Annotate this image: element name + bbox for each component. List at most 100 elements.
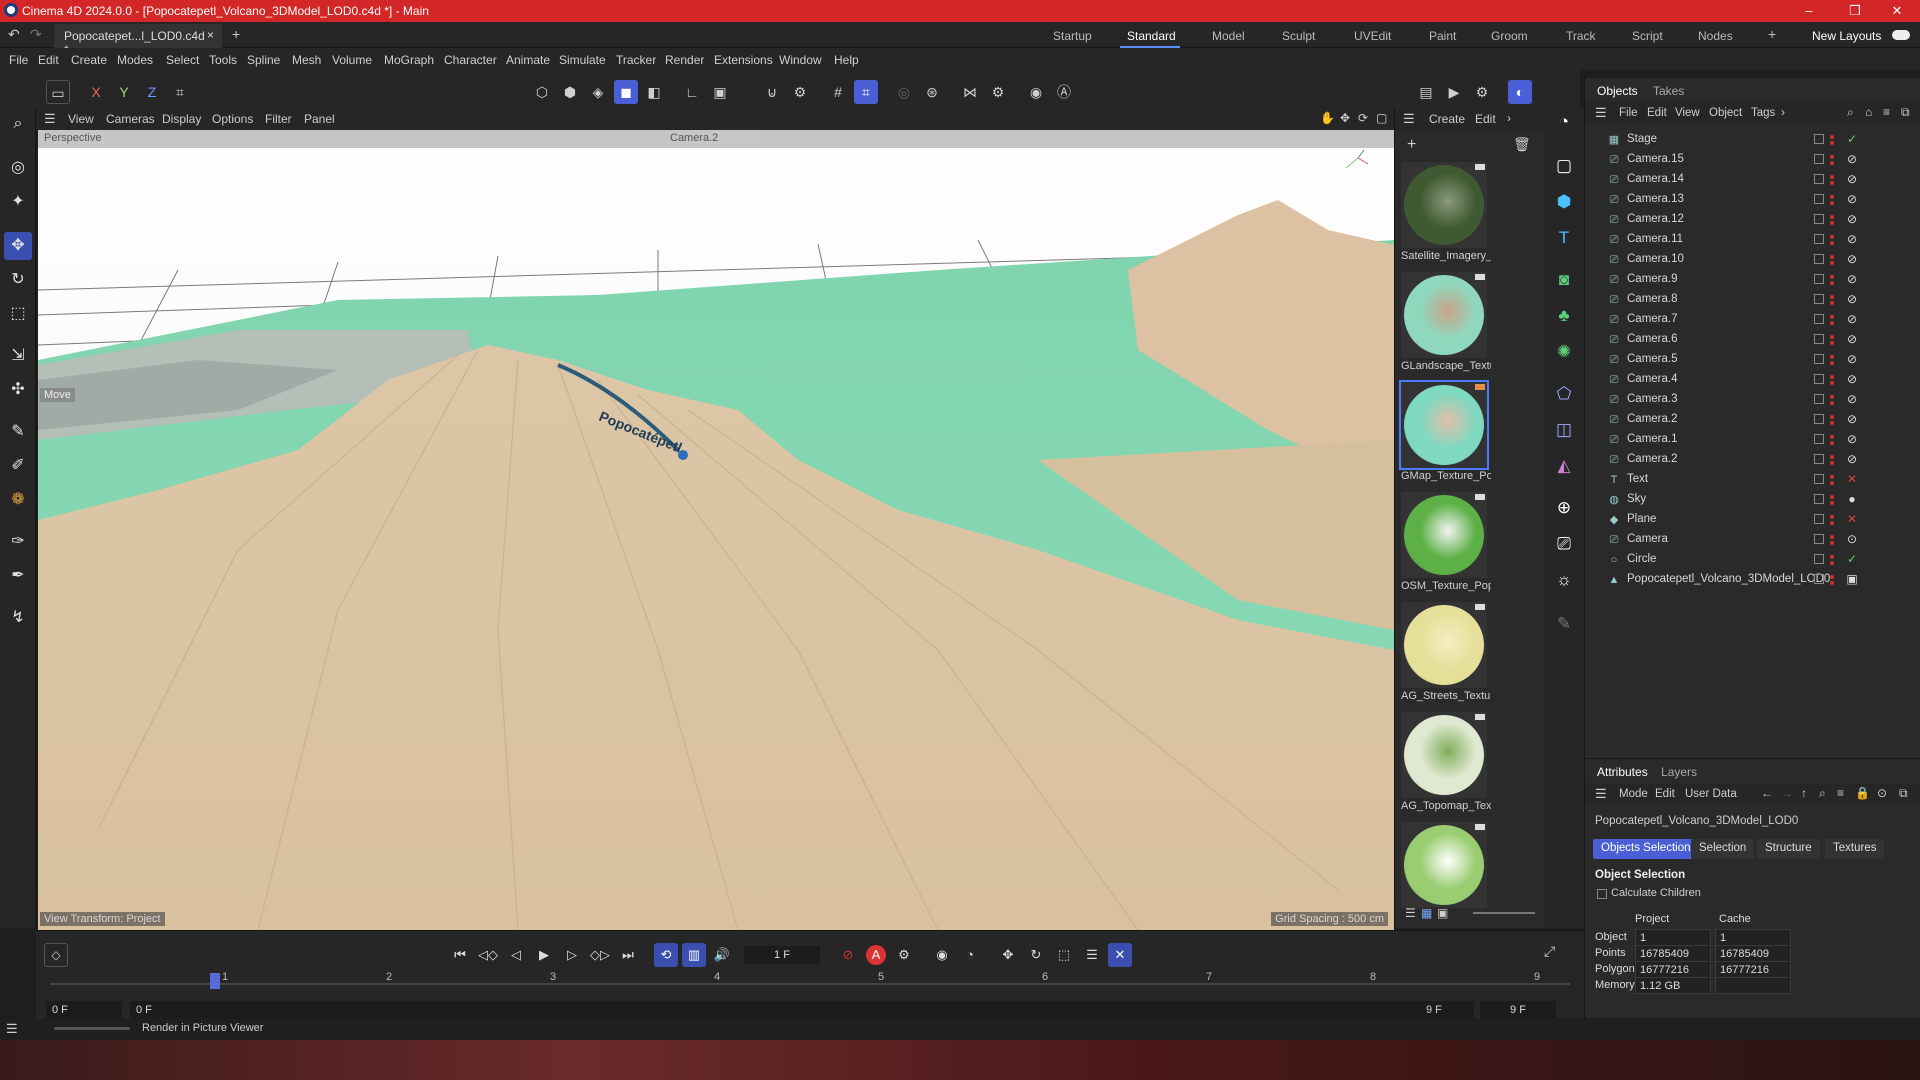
next-key-button[interactable]: ◇▷ — [588, 943, 612, 967]
object-name[interactable]: Camera.11 — [1627, 233, 1683, 245]
layer-checkbox[interactable] — [1814, 174, 1824, 184]
previous-key-button[interactable]: ◁◇ — [476, 943, 500, 967]
filter-icon[interactable]: ≡ — [1837, 786, 1844, 800]
tab-objects[interactable]: Objects — [1597, 84, 1638, 98]
visibility-dots[interactable] — [1830, 173, 1836, 187]
render-region-icon[interactable]: ▤ — [1414, 80, 1438, 104]
object-row[interactable]: ⎚ Camera.12 ⊘ — [1585, 210, 1920, 230]
redshift-icon[interactable]: ◐ — [1508, 80, 1532, 104]
playback-rate-icon[interactable]: ▥ — [682, 943, 706, 967]
object-row[interactable]: ⎚ Camera.3 ⊘ — [1585, 390, 1920, 410]
visibility-dots[interactable] — [1830, 453, 1836, 467]
object-row[interactable]: ⎚ Camera.4 ⊘ — [1585, 370, 1920, 390]
knife-icon[interactable]: ✒ — [4, 562, 32, 590]
object-row[interactable]: ⎚ Camera.6 ⊘ — [1585, 330, 1920, 350]
mirror-icon[interactable]: ⋈ — [958, 80, 982, 104]
settings-icon[interactable]: ⊙ — [1877, 786, 1887, 800]
object-tag-icon[interactable]: ⊘ — [1845, 192, 1859, 206]
layer-checkbox[interactable] — [1814, 234, 1824, 244]
visibility-dots[interactable] — [1830, 273, 1836, 287]
material-item[interactable]: GLandscape_Textu — [1401, 272, 1491, 372]
material-preview[interactable] — [1399, 380, 1489, 470]
current-frame-field[interactable]: 1 F — [744, 946, 820, 964]
visibility-dots[interactable] — [1830, 293, 1836, 307]
menu-character[interactable]: Character — [444, 53, 497, 67]
object-name[interactable]: Camera.14 — [1627, 173, 1684, 185]
menu-help[interactable]: Help — [834, 53, 859, 67]
transfer-icon[interactable]: ⇲ — [4, 342, 32, 370]
visibility-dots[interactable] — [1830, 513, 1836, 527]
solo-icon[interactable]: ▣ — [708, 80, 732, 104]
object-name[interactable]: Camera.8 — [1627, 293, 1678, 305]
object-name[interactable]: Stage — [1627, 133, 1657, 145]
menu-extensions[interactable]: Extensions — [714, 53, 773, 67]
new-window-icon[interactable]: ⧉ — [1901, 105, 1910, 120]
viewport-solo-icon[interactable]: ◉ — [1024, 80, 1048, 104]
viewport-menu-cameras[interactable]: Cameras — [106, 112, 155, 126]
tab-attributes[interactable]: Attributes — [1597, 765, 1648, 779]
object-tag-icon[interactable]: ⊘ — [1845, 432, 1859, 446]
rotate-tool-icon[interactable]: ↻ — [4, 266, 32, 294]
object-name[interactable]: Plane — [1627, 513, 1656, 525]
timeline-editor-icon[interactable]: ⤢ — [1544, 943, 1555, 960]
symmetry-settings-icon[interactable]: ⊛ — [920, 80, 944, 104]
render-settings-icon[interactable]: ⚙ — [1470, 80, 1494, 104]
null-object-icon[interactable]: ▢ — [1550, 152, 1578, 180]
object-row[interactable]: ⎚ Camera.9 ⊘ — [1585, 270, 1920, 290]
material-preview[interactable] — [1401, 272, 1487, 358]
menu-tracker[interactable]: Tracker — [616, 53, 656, 67]
layer-checkbox[interactable] — [1814, 214, 1824, 224]
visibility-dots[interactable] — [1830, 413, 1836, 427]
object-row[interactable]: ⎚ Camera.5 ⊘ — [1585, 350, 1920, 370]
object-row[interactable]: ⎚ Camera.2 ⊘ — [1585, 410, 1920, 430]
visibility-dots[interactable] — [1830, 373, 1836, 387]
light-object-icon[interactable]: ☼ — [1550, 566, 1578, 594]
menu-window[interactable]: Window — [779, 53, 822, 67]
menu-file[interactable]: File — [9, 53, 28, 67]
layout-track[interactable]: Track — [1566, 29, 1596, 43]
spline-pen-icon[interactable]: ✎ — [4, 418, 32, 446]
material-item[interactable]: AG_Streets_Textur — [1401, 602, 1491, 702]
layer-checkbox[interactable] — [1814, 554, 1824, 564]
object-menu-tags[interactable]: Tags — [1751, 107, 1775, 119]
object-tag-icon[interactable]: ✕ — [1845, 472, 1859, 486]
material-item[interactable]: OSM_Texture_Pop — [1401, 492, 1491, 592]
object-row[interactable]: T Text ✕ — [1585, 470, 1920, 490]
material-menu-create[interactable]: Create — [1429, 112, 1465, 126]
menu-modes[interactable]: Modes — [117, 53, 153, 67]
search-icon[interactable]: ⌕ — [1847, 105, 1854, 120]
previous-frame-button[interactable]: ◁ — [504, 943, 528, 967]
x-axis-lock[interactable]: X — [84, 80, 108, 104]
y-axis-lock[interactable]: Y — [112, 80, 136, 104]
maximize-viewport-icon[interactable]: ▢ — [1376, 111, 1387, 125]
home-icon[interactable]: ⌂ — [1865, 105, 1872, 119]
visibility-dots[interactable] — [1830, 353, 1836, 367]
object-name[interactable]: Popocatepetl_Volcano_3DModel_LOD0 — [1627, 573, 1830, 585]
object-name[interactable]: Camera.10 — [1627, 253, 1684, 265]
layout-model[interactable]: Model — [1212, 29, 1245, 43]
add-layout-icon[interactable]: + — [1768, 26, 1776, 42]
material-menu-icon[interactable]: ☰ — [1403, 111, 1415, 127]
visibility-dots[interactable] — [1830, 213, 1836, 227]
snap-settings-icon[interactable]: ⚙ — [788, 80, 812, 104]
points-mode-icon[interactable]: ⬡ — [530, 80, 554, 104]
object-row[interactable]: ▦ Stage ✓ — [1585, 130, 1920, 150]
layout-standard[interactable]: Standard — [1127, 29, 1176, 43]
object-row[interactable]: ⎚ Camera.13 ⊘ — [1585, 190, 1920, 210]
param-key-icon[interactable]: ☰ — [1080, 943, 1104, 967]
object-tag-icon[interactable]: ✓ — [1845, 132, 1859, 146]
text-object-icon[interactable]: T — [1550, 224, 1578, 252]
close-window-button[interactable]: ✕ — [1874, 0, 1920, 22]
layout-paint[interactable]: Paint — [1429, 29, 1456, 43]
tab-takes[interactable]: Takes — [1653, 84, 1684, 98]
grid-snap-icon[interactable]: # — [826, 80, 850, 104]
structure-tab[interactable]: Structure — [1757, 839, 1820, 859]
object-row[interactable]: ⎚ Camera.15 ⊘ — [1585, 150, 1920, 170]
object-name[interactable]: Camera.2 — [1627, 413, 1678, 425]
viewport-menu-view[interactable]: View — [68, 112, 94, 126]
sound-icon[interactable]: 🔊 — [710, 943, 734, 967]
object-mode-icon[interactable]: ▭ — [46, 80, 70, 104]
layer-checkbox[interactable] — [1814, 334, 1824, 344]
object-name[interactable]: Camera.3 — [1627, 393, 1678, 405]
rotation-key-icon[interactable]: ↻ — [1024, 943, 1048, 967]
